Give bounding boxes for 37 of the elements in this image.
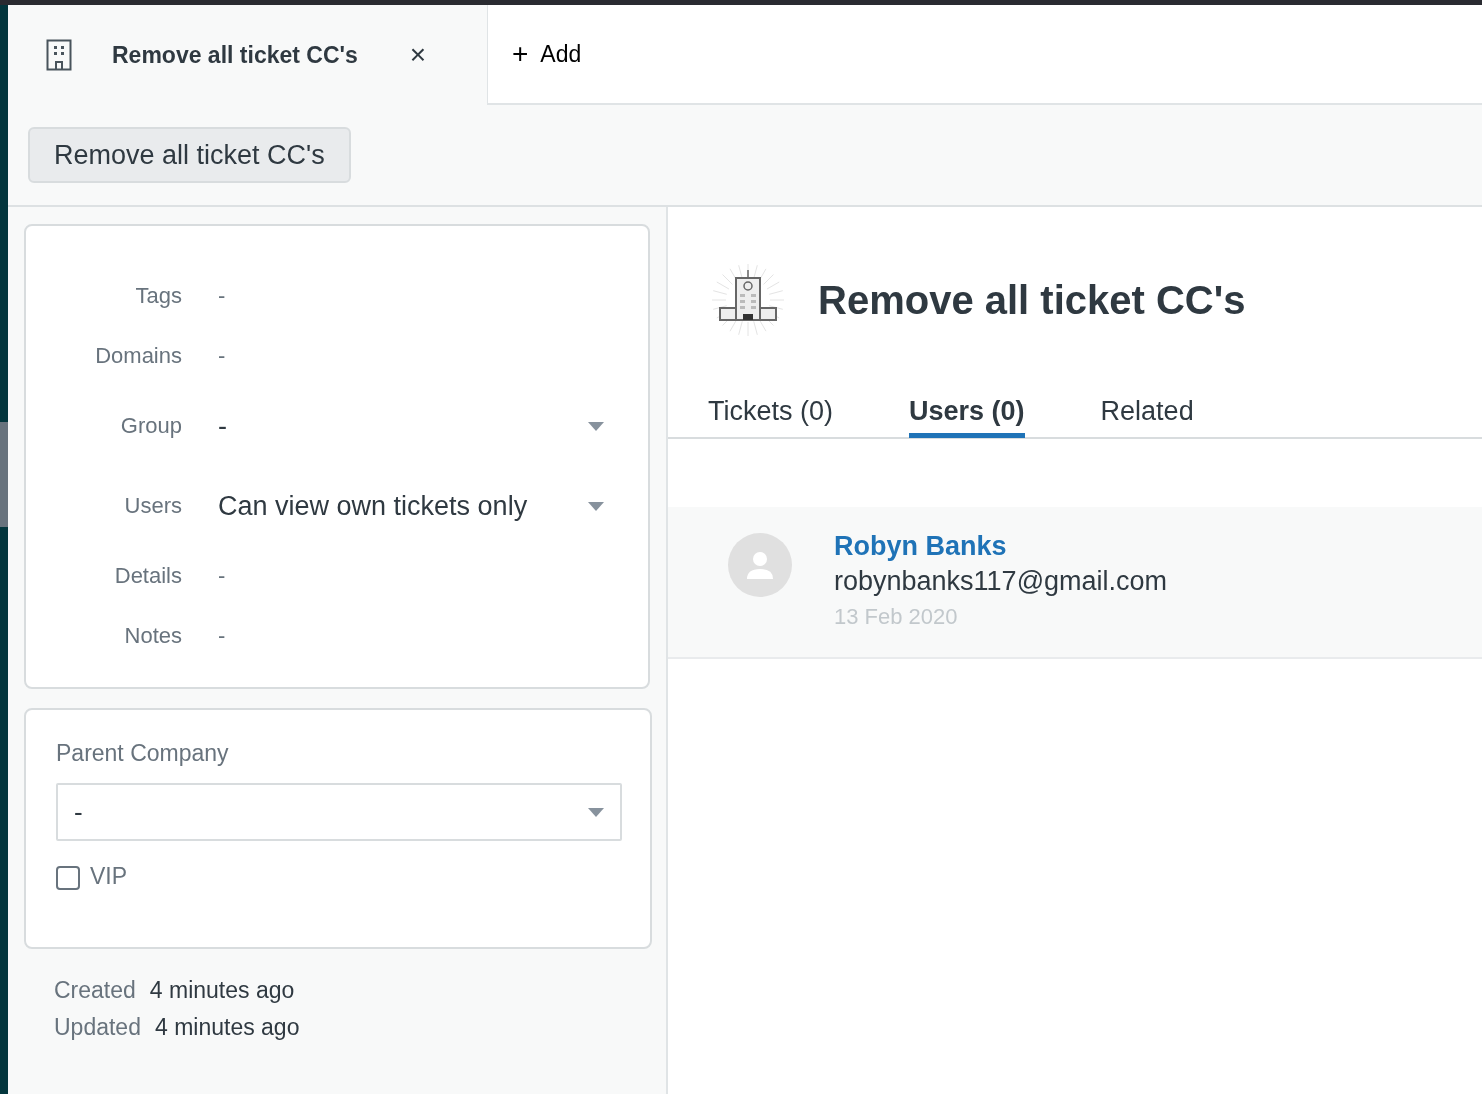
field-label: Details [113,563,182,589]
parent-company-select[interactable]: - [56,783,622,841]
tab[interactable]: Users (0) [909,393,1025,438]
building-icon [46,39,72,71]
macro-button[interactable]: Remove all ticket CC's [28,127,351,183]
timestamp-value: 4 minutes ago [149,977,295,1004]
organization-title: Remove all ticket CC's [818,277,1246,323]
input-field[interactable]: - [218,563,518,589]
field-label: Notes [123,623,182,649]
dropdown[interactable]: Can view own tickets only [218,490,648,522]
timestamp-label: Created [54,977,136,1004]
tab[interactable]: Tickets (0) [708,393,833,438]
organization-tab[interactable]: Remove all ticket CC's × [8,5,487,105]
vip-checkbox[interactable] [56,866,80,890]
add-button[interactable]: + Add [487,5,1482,105]
field-label: Users [123,493,182,519]
user-name-link[interactable]: Robyn Banks [834,531,1168,561]
dropdown[interactable]: - [218,410,648,442]
field-label: Tags [134,283,182,309]
caret-icon [588,807,604,817]
input-field[interactable]: - [218,283,518,309]
avatar-icon [728,533,792,597]
field-label: Parent Company [56,740,230,767]
checkbox-label: VIP [90,863,128,890]
field-label: Domains [94,343,182,369]
timestamp-label: Updated [54,1014,141,1041]
scrollbar-thumb[interactable] [0,422,8,527]
timestamp-value: 4 minutes ago [154,1014,300,1041]
tab[interactable]: Related [1100,393,1194,438]
user-email: robynbanks117@gmail.com [834,565,1168,598]
input-field[interactable]: - [218,623,518,649]
caret-icon [588,421,604,431]
close-button[interactable]: × [409,39,427,71]
tab-title: Remove all ticket CC's [112,41,358,69]
field-label: Group [119,413,182,439]
caret-icon [588,501,604,511]
input-field[interactable]: - [218,343,518,369]
